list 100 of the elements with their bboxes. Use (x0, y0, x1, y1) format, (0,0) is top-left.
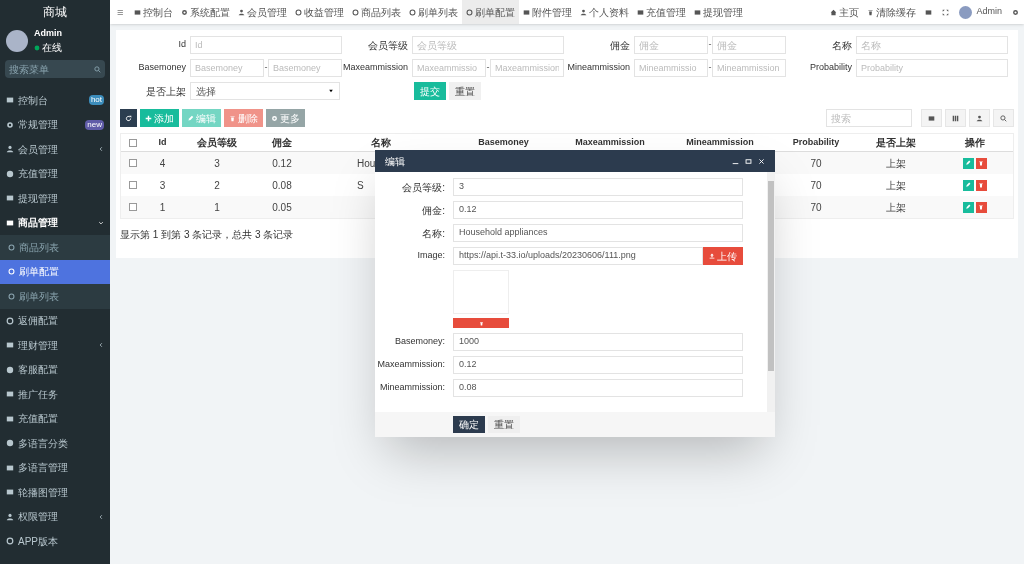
refresh-button[interactable] (120, 109, 137, 127)
nav-tab[interactable]: 系统配置 (177, 0, 235, 24)
range-from-field[interactable]: Basemoney (190, 59, 264, 77)
sidebar-item[interactable]: 充值配置 (0, 406, 110, 431)
online-status-icon (34, 44, 40, 51)
url-field[interactable]: https://api.t-33.io/uploads/20230606/111.png (453, 247, 703, 265)
circle-icon (8, 268, 15, 276)
sidebar-item[interactable]: 会员管理 (0, 137, 110, 162)
sidebar-item[interactable]: 轮播图管理 (0, 480, 110, 505)
table-cell-text: 2 (214, 178, 220, 193)
nav-tab[interactable]: 商品列表 (348, 0, 406, 24)
trash-icon (229, 114, 236, 122)
delete-button[interactable] (975, 157, 987, 169)
user-menu[interactable]: Admin (954, 5, 1007, 19)
close-button[interactable] (758, 157, 765, 165)
nav-tab[interactable]: 会员管理 (234, 0, 292, 24)
nav-tab[interactable]: 充值管理 (633, 0, 691, 24)
upload-button[interactable]: 上传 (703, 247, 743, 265)
edit-button[interactable] (962, 179, 974, 191)
text-field[interactable]: 3 (453, 178, 743, 196)
field-label: Image: (416, 249, 445, 263)
text-field[interactable]: 名称 (856, 36, 1008, 54)
sidebar-item[interactable]: 客服配置 (0, 357, 110, 382)
nav-tab[interactable]: 收益管理 (291, 0, 349, 24)
text-field[interactable]: 0.08 (453, 379, 743, 397)
sidebar-item[interactable]: 理财管理 (0, 333, 110, 358)
text-field[interactable]: Probability (856, 59, 1008, 77)
reset-button[interactable]: 重置 (488, 416, 520, 433)
sidebar-item[interactable]: 多语言分类 (0, 431, 110, 456)
pencil-icon (187, 114, 194, 122)
text-field[interactable]: Household appliances (453, 224, 743, 242)
text-field[interactable]: Id (190, 36, 342, 54)
text-field[interactable]: 会员等级 (412, 36, 564, 54)
submenu-item[interactable]: 刷单配置 (0, 259, 110, 284)
columns-button[interactable] (945, 109, 966, 127)
text-field[interactable]: 1000 (453, 333, 743, 351)
nav-tab[interactable]: 附件管理 (519, 0, 577, 24)
nav-tab[interactable]: 刷单列表 (405, 0, 463, 24)
menu-search-field[interactable]: 搜索菜单 (5, 60, 105, 78)
nav-tab[interactable]: 提现管理 (690, 0, 748, 24)
pencil-icon (965, 204, 971, 210)
reset-button[interactable]: 重置 (449, 82, 481, 100)
sidebar-item[interactable]: 权限管理 (0, 504, 110, 529)
menu-item-icon (6, 169, 14, 178)
export-button[interactable] (921, 109, 942, 127)
edit-button[interactable] (962, 157, 974, 169)
menu-button[interactable]: ≡ (110, 0, 131, 24)
sidebar-item[interactable]: 返佣配置 (0, 308, 110, 333)
tab-icon (134, 8, 142, 16)
nav-tab[interactable]: 个人资料 (576, 0, 634, 24)
home-link[interactable]: 主页 (826, 4, 864, 20)
search-button[interactable] (993, 109, 1014, 127)
sidebar-item[interactable]: 推广任务 (0, 382, 110, 407)
range-to-field[interactable]: Basemoney (268, 59, 342, 77)
submenu-item[interactable]: 刷单列表 (0, 284, 110, 309)
nav-tab[interactable]: 刷单配置 (462, 0, 520, 24)
document-icon (928, 114, 935, 122)
avatar (6, 30, 28, 52)
edit-button[interactable] (962, 201, 974, 213)
trash-icon (978, 204, 984, 210)
sidebar-item[interactable]: 充值管理 (0, 161, 110, 186)
delete-button[interactable] (975, 201, 987, 213)
text-field[interactable]: 0.12 (453, 356, 743, 374)
submenu-item[interactable]: 商品列表 (0, 235, 110, 260)
sidebar-item[interactable]: 多语言管理 (0, 455, 110, 480)
range-to-field[interactable]: Mineammission (712, 59, 786, 77)
range-from-field[interactable]: Maxeammissio (412, 59, 486, 77)
search-field[interactable]: 搜索 (826, 109, 912, 127)
delete-button[interactable] (975, 179, 987, 191)
column-header: Maxeammission (575, 135, 645, 149)
sidebar-item[interactable]: 商品管理 (0, 210, 110, 235)
field-label: Mineammission: (378, 381, 445, 395)
tab-icon (409, 8, 417, 16)
expand-icon (942, 8, 950, 16)
text-field[interactable]: 0.12 (453, 201, 743, 219)
settings-icon (1012, 8, 1019, 16)
menu-item-icon (6, 439, 14, 448)
sidebar-item[interactable]: 提现管理 (0, 186, 110, 211)
search-icon (1000, 114, 1007, 122)
sidebar-item[interactable]: 常规管理 new (0, 112, 110, 137)
sidebar-item[interactable]: APP版本 (0, 529, 110, 554)
checkbox[interactable] (128, 181, 137, 189)
range-from-field[interactable]: 佣金 (634, 36, 708, 54)
nav-tab[interactable]: 控制台 (130, 0, 178, 24)
menu-item-icon (6, 512, 14, 521)
range-to-field[interactable]: 佣金 (712, 36, 786, 54)
sidebar-item[interactable]: 控制台 hot (0, 88, 110, 113)
checkbox[interactable] (128, 159, 137, 167)
range-to-field[interactable]: Maxeammission (490, 59, 564, 77)
checkbox[interactable] (128, 203, 137, 211)
maximize-button[interactable] (745, 157, 752, 165)
user-columns-button[interactable] (969, 109, 990, 127)
clear-cache-button[interactable]: 清除缓存 (863, 4, 921, 20)
confirm-button[interactable]: 确定 (453, 416, 485, 433)
checkbox[interactable] (128, 138, 137, 147)
menu-item-icon (6, 365, 14, 374)
column-header: 名称 (371, 136, 391, 150)
trash-icon (978, 182, 984, 188)
select-field[interactable]: 选择 (190, 82, 340, 100)
range-from-field[interactable]: Mineammissio (634, 59, 708, 77)
